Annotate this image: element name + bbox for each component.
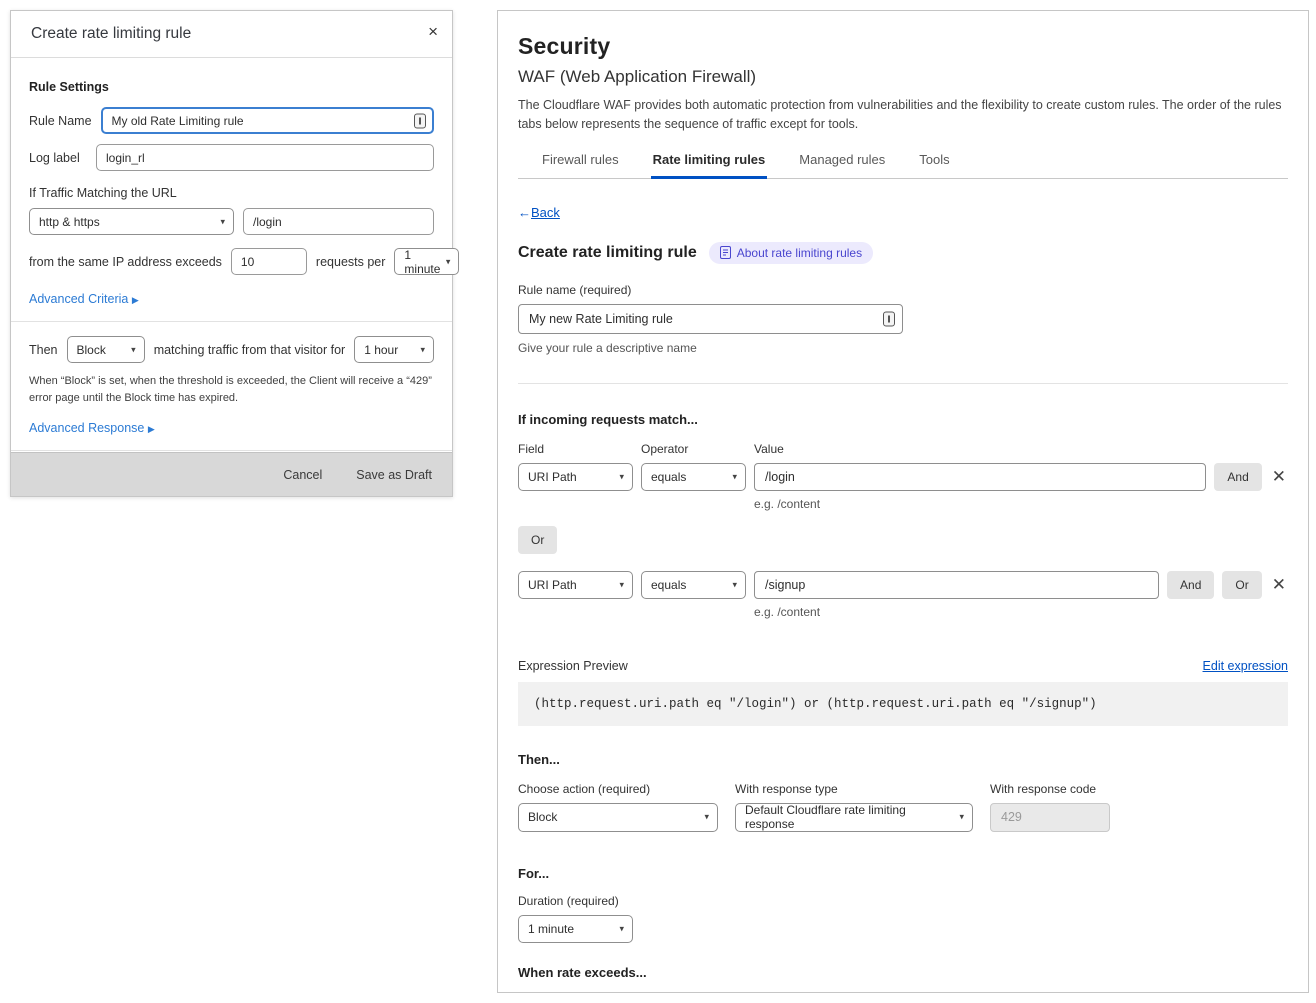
rate-heading: When rate exceeds... <box>518 965 1288 980</box>
threshold-input[interactable] <box>231 248 307 275</box>
expander-icon: ▶ <box>132 295 139 305</box>
period-select[interactable]: 1 minute ▾ <box>394 248 459 275</box>
security-waf-panel: Security WAF (Web Application Firewall) … <box>497 10 1309 993</box>
save-draft-button[interactable]: Save as Draft <box>356 468 432 482</box>
chevron-down-icon: ▾ <box>131 344 136 355</box>
cancel-button[interactable]: Cancel <box>283 468 322 482</box>
value-input[interactable] <box>754 463 1206 491</box>
response-type-label: With response type <box>735 782 973 796</box>
rule-settings-heading: Rule Settings <box>29 80 434 94</box>
expression-code: (http.request.uri.path eq "/login") or (… <box>518 682 1288 726</box>
and-button[interactable]: And <box>1214 463 1261 491</box>
page-title: Security <box>518 33 1288 60</box>
back-arrow-icon: ← <box>518 205 531 220</box>
rule-name-label: Rule Name <box>29 114 92 128</box>
waf-description: The Cloudflare WAF provides both automat… <box>518 96 1288 134</box>
chevron-down-icon: ▾ <box>446 256 451 267</box>
value-hint: e.g. /content <box>754 605 1288 619</box>
for-heading: For... <box>518 866 1288 881</box>
close-icon[interactable]: × <box>428 23 438 40</box>
action-select[interactable]: Block ▾ <box>67 336 145 363</box>
chevron-down-icon: ▾ <box>420 344 425 355</box>
value-input[interactable] <box>754 571 1159 599</box>
rule-name-input[interactable] <box>101 107 434 134</box>
threshold-suffix-text: requests per <box>316 255 385 269</box>
and-button[interactable]: And <box>1167 571 1214 599</box>
value-label: Value <box>754 442 784 456</box>
modal-header: Create rate limiting rule × <box>11 11 452 58</box>
chevron-down-icon: ▾ <box>619 471 624 482</box>
advanced-response-link[interactable]: Advanced Response ▶ <box>29 421 155 435</box>
chevron-down-icon: ▾ <box>704 812 709 823</box>
field-select[interactable]: URI Path ▾ <box>518 571 633 599</box>
duration-label: Duration (required) <box>518 894 1288 908</box>
tab-firewall-rules[interactable]: Firewall rules <box>540 150 621 179</box>
operator-select[interactable]: equals ▾ <box>641 463 746 491</box>
autofill-icon[interactable] <box>414 113 426 128</box>
chevron-down-icon: ▾ <box>732 579 737 590</box>
response-code-label: With response code <box>990 782 1110 796</box>
modal-title: Create rate limiting rule <box>31 25 191 43</box>
condition-row: URI Path ▾ equals ▾ And Or ✕ <box>518 571 1288 599</box>
scheme-select[interactable]: http & https ▾ <box>29 208 234 235</box>
chevron-down-icon: ▾ <box>220 216 225 227</box>
response-type-select[interactable]: Default Cloudflare rate limiting respons… <box>735 803 973 832</box>
divider <box>518 383 1288 384</box>
or-button[interactable]: Or <box>1222 571 1261 599</box>
page-subtitle: WAF (Web Application Firewall) <box>518 67 1288 87</box>
duration-select[interactable]: 1 minute ▾ <box>518 915 633 943</box>
operator-select[interactable]: equals ▾ <box>641 571 746 599</box>
divider <box>11 321 452 322</box>
condition-row: URI Path ▾ equals ▾ And ✕ <box>518 463 1288 491</box>
edit-expression-link[interactable]: Edit expression <box>1203 659 1288 673</box>
form-title: Create rate limiting rule <box>518 244 697 262</box>
advanced-criteria-link[interactable]: Advanced Criteria ▶ <box>29 292 139 306</box>
create-rate-limit-modal-legacy: Create rate limiting rule × Rule Setting… <box>10 10 453 497</box>
remove-condition-icon[interactable]: ✕ <box>1270 576 1288 593</box>
block-note-text: When “Block” is set, when the threshold … <box>29 373 434 407</box>
expression-preview-label: Expression Preview <box>518 659 628 673</box>
operator-label: Operator <box>641 442 746 456</box>
expander-icon: ▶ <box>148 424 155 434</box>
url-pattern-input[interactable] <box>243 208 434 235</box>
back-link[interactable]: ←Back <box>518 205 560 220</box>
choose-action-select[interactable]: Block ▾ <box>518 803 718 832</box>
or-button[interactable]: Or <box>518 526 557 554</box>
requests-label: Requests (required) <box>518 993 624 994</box>
remove-condition-icon[interactable]: ✕ <box>1270 468 1288 485</box>
traffic-match-label: If Traffic Matching the URL <box>29 186 434 200</box>
field-select[interactable]: URI Path ▾ <box>518 463 633 491</box>
then-heading: Then... <box>518 752 1288 767</box>
conditions-heading: If incoming requests match... <box>518 412 1288 427</box>
tab-managed-rules[interactable]: Managed rules <box>797 150 887 179</box>
autofill-icon[interactable] <box>883 311 895 326</box>
log-label-label: Log label <box>29 151 87 165</box>
then-suffix-text: matching traffic from that visitor for <box>154 343 346 357</box>
chevron-down-icon: ▾ <box>959 812 964 823</box>
field-label: Field <box>518 442 633 456</box>
chevron-down-icon: ▾ <box>732 471 737 482</box>
value-hint: e.g. /content <box>754 497 1288 511</box>
modal-footer: Cancel Save as Draft <box>11 452 452 496</box>
period-label: Period (required) <box>632 993 742 994</box>
log-label-input[interactable] <box>96 144 434 171</box>
divider <box>11 450 452 451</box>
threshold-prefix-text: from the same IP address exceeds <box>29 255 222 269</box>
rule-name-help: Give your rule a descriptive name <box>518 341 1288 355</box>
then-label: Then <box>29 343 58 357</box>
tab-rate-limiting-rules[interactable]: Rate limiting rules <box>651 150 768 179</box>
tab-tools[interactable]: Tools <box>917 150 951 179</box>
rule-name-label: Rule name (required) <box>518 283 1288 297</box>
chevron-down-icon: ▾ <box>619 923 624 934</box>
choose-action-label: Choose action (required) <box>518 782 718 796</box>
chevron-down-icon: ▾ <box>619 579 624 590</box>
about-rate-limiting-badge[interactable]: About rate limiting rules <box>709 242 873 264</box>
duration-select[interactable]: 1 hour ▾ <box>354 336 434 363</box>
rule-name-input[interactable] <box>518 304 903 334</box>
waf-tabs: Firewall rules Rate limiting rules Manag… <box>518 150 1288 179</box>
response-code-input <box>990 803 1110 832</box>
document-icon <box>720 246 731 259</box>
